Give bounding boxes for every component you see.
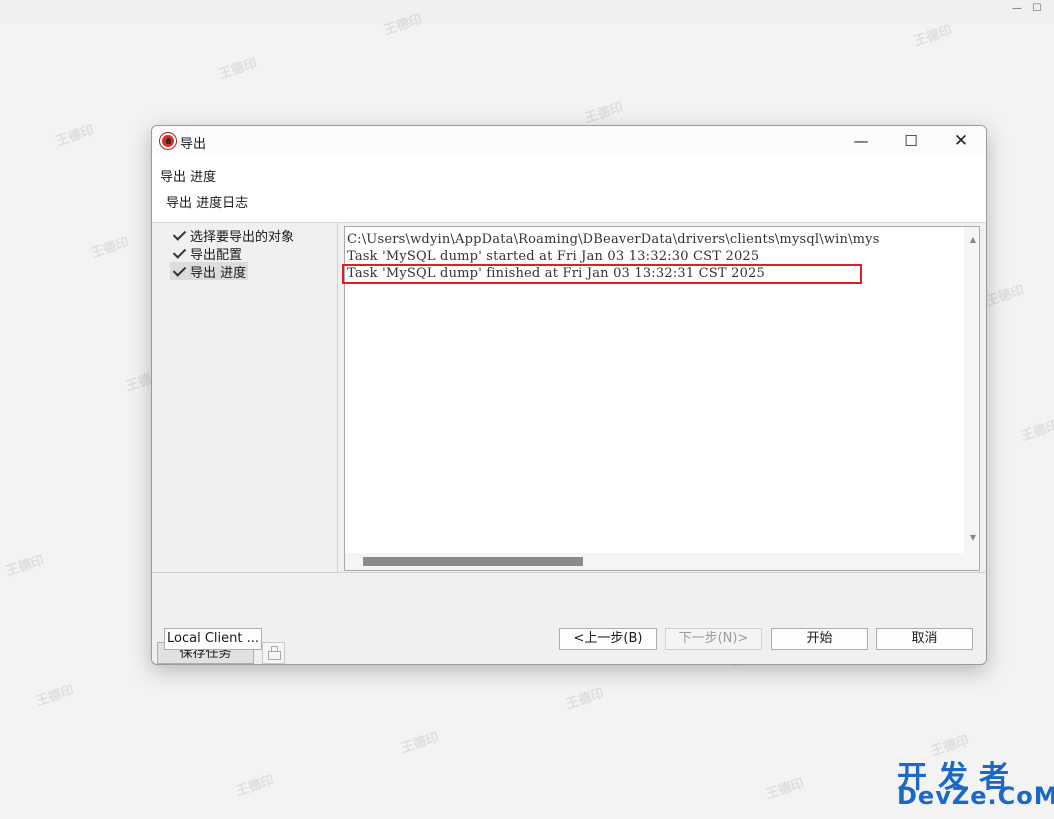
vertical-scrollbar[interactable]: ▲ ▼ (964, 227, 979, 554)
checkmark-icon (172, 227, 188, 243)
dialog-titlebar[interactable]: 导出 — ☐ ✕ (152, 126, 986, 156)
watermark: 王德印 (34, 683, 76, 710)
close-icon[interactable]: ✕ (936, 126, 986, 156)
watermark: 王德印 (89, 235, 131, 262)
watermark: 王德印 (54, 123, 96, 150)
cancel-button[interactable]: 取消 (876, 628, 973, 650)
export-dialog: 导出 — ☐ ✕ 导出 进度 导出 进度日志 选择要导出的对象 导出配置 导出 … (151, 125, 987, 665)
step-label: 导出配置 (190, 247, 243, 263)
window-title: 导出 (180, 137, 207, 152)
step-item-export-progress[interactable]: 导出 进度 (170, 262, 249, 281)
checkmark-icon (172, 245, 188, 261)
wizard-header: 导出 进度 导出 进度日志 (152, 156, 986, 223)
devze-logo-en: DevZe.CoM (897, 782, 1054, 810)
step-label: 导出 进度 (190, 265, 247, 281)
maximize-icon[interactable]: ☐ (886, 126, 936, 156)
log-line: C:\Users\wdyin\AppData\Roaming\DBeaverDa… (347, 232, 880, 247)
back-button[interactable]: <上一步(B) (559, 628, 657, 650)
start-button[interactable]: 开始 (771, 628, 868, 650)
watermark: 王德印 (1019, 418, 1054, 445)
watermark: 王德印 (399, 730, 441, 757)
scroll-down-icon[interactable]: ▼ (970, 533, 976, 542)
horizontal-scrollbar[interactable] (345, 553, 979, 570)
page-description: 导出 进度日志 (166, 196, 249, 211)
next-button[interactable]: 下一步(N)> (665, 628, 762, 650)
watermark: 王德印 (234, 773, 276, 800)
watermark: 王德印 (217, 56, 259, 83)
checkmark-icon (172, 263, 188, 279)
outer-window-titlebar: — ☐ (0, 0, 1054, 24)
page-title: 导出 进度 (160, 170, 217, 185)
devze-watermark-logo: 开发者 DevZe.CoM (895, 752, 1054, 812)
watermark: 王德印 (4, 553, 46, 580)
footer-divider (152, 572, 986, 573)
log-line: Task 'MySQL dump' started at Fri Jan 03 … (347, 249, 760, 264)
watermark: 王德印 (764, 776, 806, 803)
horizontal-scroll-thumb[interactable] (363, 557, 583, 566)
highlight-annotation (342, 264, 862, 284)
watermark: 王德印 (583, 100, 625, 127)
step-item-export-config[interactable]: 导出配置 (170, 244, 244, 263)
outer-minimize-icon[interactable]: — (1010, 2, 1024, 16)
panel-divider (337, 223, 338, 572)
minimize-icon[interactable]: — (836, 126, 886, 156)
task-tool-icon[interactable] (262, 642, 285, 664)
watermark: 王德印 (564, 686, 606, 713)
step-item-select-objects[interactable]: 选择要导出的对象 (170, 226, 296, 245)
outer-maximize-icon[interactable]: ☐ (1030, 2, 1044, 16)
local-client-button[interactable]: Local Client ... (164, 628, 262, 650)
scroll-up-icon[interactable]: ▲ (970, 235, 976, 244)
watermark: 王德印 (984, 283, 1026, 310)
dbeaver-app-icon (160, 133, 176, 149)
wizard-steps-panel: 选择要导出的对象 导出配置 导出 进度 保存任务 (152, 223, 337, 664)
step-label: 选择要导出的对象 (190, 229, 295, 245)
